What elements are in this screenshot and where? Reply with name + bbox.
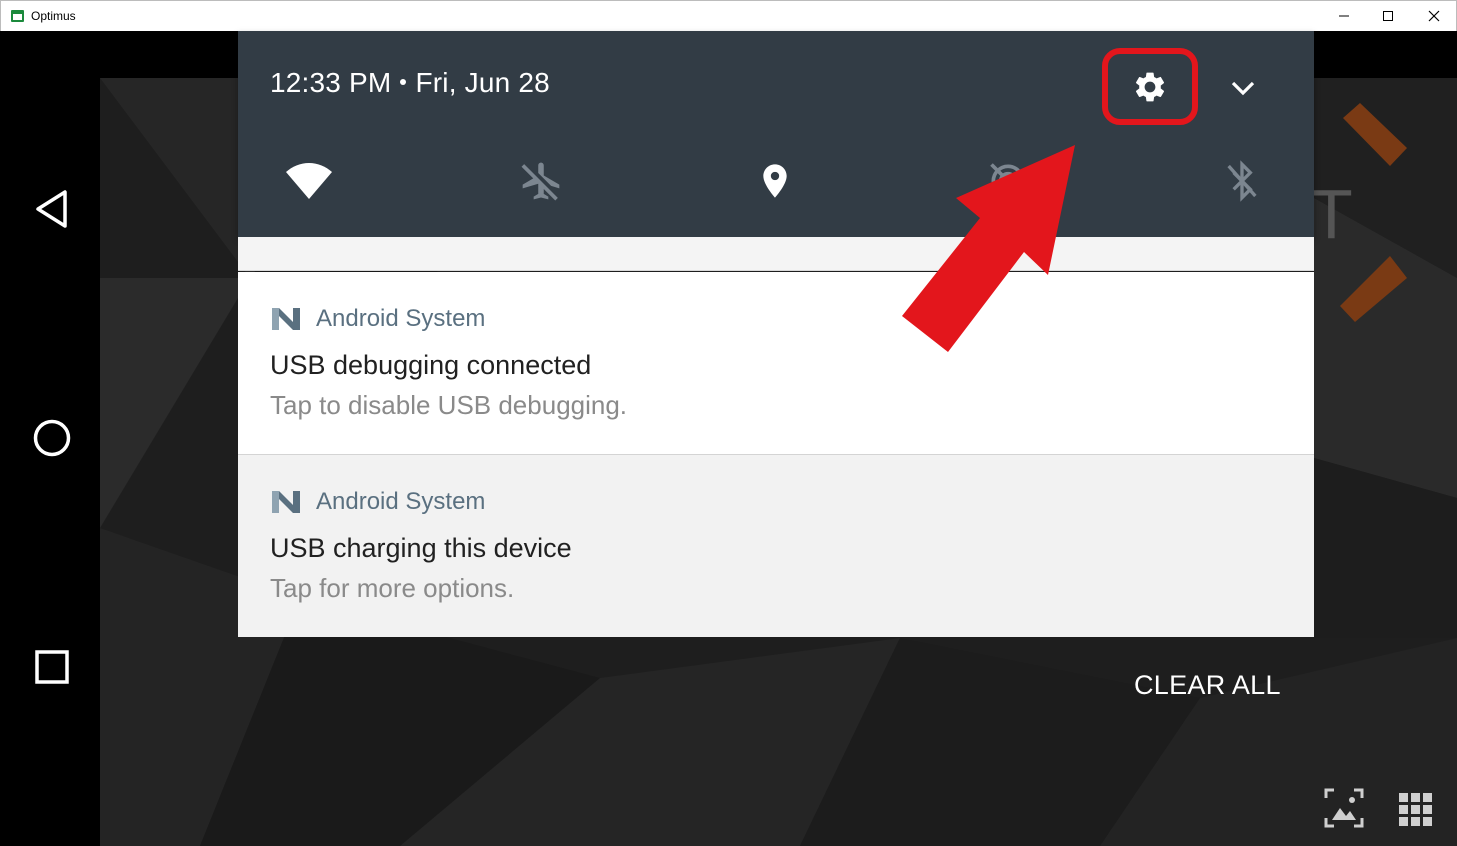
wifi-tile[interactable] [284,156,334,206]
notification-card[interactable]: Android System USB debugging connected T… [238,272,1314,455]
notification-text: Tap for more options. [270,573,515,603]
window-title: Optimus [31,9,76,23]
date-time: 12:33 PM Fri, Jun 28 [270,67,550,99]
annotation-arrow [902,145,1075,352]
minimize-icon [1339,15,1349,17]
back-triangle-icon [36,190,67,228]
android-n-icon [272,491,300,513]
notification-text: Tap to disable USB debugging. [270,390,628,420]
separator-dot [400,78,407,85]
nav-bar [0,31,100,846]
bluetooth-off-icon [1227,160,1257,202]
notification-header: Android System [270,488,485,516]
home-circle-icon [33,419,71,457]
airplane-mode-tile[interactable] [516,156,566,206]
shade-divider [238,237,1314,271]
wallpaper-picker-button[interactable] [1322,786,1366,830]
home-button[interactable] [30,416,74,460]
gear-icon [1135,72,1165,101]
grid-icon [1399,793,1432,826]
notification-header: Android System [270,305,485,333]
chevron-down-icon [1231,81,1255,96]
maximize-button[interactable] [1365,1,1411,31]
svg-text:T: T [1310,175,1353,253]
back-button[interactable] [30,187,74,231]
image-icon [1324,788,1364,828]
expand-button[interactable] [1223,71,1263,105]
wifi-icon [286,163,332,199]
clock-time: 12:33 PM [270,67,392,98]
location-tile[interactable] [750,156,800,206]
minimize-button[interactable] [1321,1,1367,31]
notification-app-name: Android System [316,488,486,515]
close-button[interactable] [1411,1,1457,31]
android-n-icon [272,308,300,330]
location-pin-icon [763,164,787,198]
maximize-icon [1383,11,1393,21]
clear-all-button[interactable]: CLEAR ALL [1134,670,1281,701]
window-titlebar: Optimus [0,0,1457,31]
notification-shade-header: 12:33 PM Fri, Jun 28 [238,31,1314,237]
clock-date: Fri, Jun 28 [415,67,550,98]
bluetooth-tile[interactable] [1217,156,1267,206]
app-icon [11,10,24,22]
notification-title: USB debugging connected [270,350,592,380]
settings-button[interactable] [1102,48,1198,125]
recents-button[interactable] [30,645,74,689]
app-drawer-button[interactable] [1396,790,1440,834]
notification-app-name: Android System [316,305,486,332]
notification-title: USB charging this device [270,533,572,563]
airplane-off-icon [521,162,560,201]
close-icon [1428,10,1440,22]
recents-square-icon [35,650,69,684]
notification-card[interactable]: Android System USB charging this device … [238,455,1314,637]
